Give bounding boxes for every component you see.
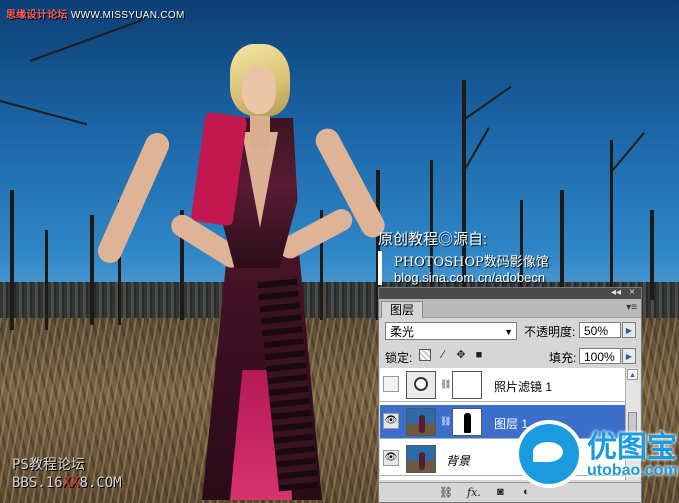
layer-thumbnail bbox=[406, 408, 436, 436]
brand-url: utobao.com bbox=[587, 462, 678, 479]
mask-thumbnail bbox=[452, 408, 482, 436]
bbs-prefix: BBS.16 bbox=[12, 475, 63, 491]
bird-logo-icon bbox=[519, 424, 579, 484]
bare-tree bbox=[560, 190, 564, 290]
fill-field[interactable]: 100% bbox=[579, 348, 621, 364]
lock-all-icon[interactable]: ■ bbox=[473, 349, 485, 361]
brand-name: 优图宝 bbox=[587, 431, 677, 464]
bare-tree bbox=[45, 230, 48, 330]
blend-mode-value: 柔光 bbox=[390, 325, 415, 339]
bbs-line-1: PS教程论坛 bbox=[12, 457, 85, 473]
tree-branch bbox=[29, 19, 144, 62]
mask-thumbnail bbox=[452, 371, 482, 399]
lock-transparent-icon[interactable] bbox=[419, 349, 431, 361]
adjustment-thumbnail-icon bbox=[406, 371, 436, 399]
bbs-suffix: 8.COM bbox=[79, 475, 122, 491]
face bbox=[242, 66, 276, 114]
link-icon: ⛓ bbox=[440, 416, 452, 426]
mask-icon[interactable]: ◙ bbox=[497, 486, 504, 498]
opacity-field[interactable]: 50% bbox=[579, 322, 621, 338]
eye-icon[interactable]: 👁 bbox=[383, 413, 399, 429]
credit-line-1: 原创教程◎源自: bbox=[378, 231, 488, 248]
bare-tree bbox=[610, 140, 613, 290]
lock-icons: ∕ ✥ ■ bbox=[419, 349, 489, 363]
fx-icon[interactable]: fx. bbox=[467, 486, 481, 499]
tree-branch bbox=[463, 127, 490, 172]
tree-branch bbox=[0, 100, 88, 126]
lock-move-icon[interactable]: ✥ bbox=[455, 349, 467, 361]
neck bbox=[250, 110, 270, 150]
tab-layers[interactable]: 图层 bbox=[381, 301, 424, 318]
panel-title-strip: ◂◂ × bbox=[379, 287, 641, 299]
site-url: WWW.MISSYUAN.COM bbox=[70, 10, 185, 21]
fill-slider-arrow-icon[interactable]: ▶ bbox=[622, 348, 636, 364]
left-arm bbox=[94, 129, 173, 267]
credit-watermark: 原创教程◎源自: PHOTOSHOP数码影像馆 blog.sina.com.cn… bbox=[378, 228, 549, 285]
utobao-logo: 优图宝 utobao.com bbox=[515, 418, 679, 503]
lock-row: 锁定: ∕ ✥ ■ 填充: 100% ▶ bbox=[379, 346, 641, 366]
opacity-slider-arrow-icon[interactable]: ▶ bbox=[622, 322, 636, 338]
chevron-down-icon: ▼ bbox=[504, 327, 513, 337]
bare-tree bbox=[10, 190, 14, 330]
blend-mode-select[interactable]: 柔光 ▼ bbox=[385, 322, 517, 340]
link-icon[interactable]: ⛓ bbox=[439, 486, 453, 499]
fill-label: 填充: bbox=[549, 351, 577, 365]
tree-branch bbox=[461, 85, 512, 122]
collapse-panel-icon[interactable]: ◂◂ bbox=[611, 287, 621, 298]
lock-label: 锁定: bbox=[385, 351, 413, 365]
layer-row-photo-filter[interactable]: ⛓ 照片滤镜 1 bbox=[380, 368, 626, 402]
site-watermark: 思缘设计论坛 WWW.MISSYUAN.COM bbox=[6, 6, 185, 21]
model-figure bbox=[94, 40, 389, 500]
bbs-watermark: PS教程论坛 BBS.16XX8.COM bbox=[12, 456, 122, 492]
close-panel-icon[interactable]: × bbox=[629, 287, 635, 298]
bbs-line-2: BBS.16XX8.COM bbox=[12, 474, 122, 492]
panel-menu-icon[interactable]: ▾≡ bbox=[626, 302, 637, 313]
layer-name: 背景 bbox=[446, 454, 471, 468]
credit-line-3: blog.sina.com.cn/adobecn bbox=[378, 270, 549, 285]
lock-brush-icon[interactable]: ∕ bbox=[437, 349, 449, 361]
site-name: 思缘设计论坛 bbox=[6, 10, 68, 21]
layer-name: 照片滤镜 1 bbox=[494, 380, 553, 394]
layer-thumbnail bbox=[406, 445, 436, 473]
scroll-up-icon[interactable]: ▲ bbox=[627, 369, 638, 380]
panel-tab-bar: 图层 ▾≡ bbox=[379, 299, 641, 318]
tree-branch bbox=[611, 132, 645, 172]
bare-tree bbox=[650, 210, 654, 300]
blend-row: 柔光 ▼ 不透明度: 50% ▶ bbox=[379, 318, 641, 342]
bbs-red: XX bbox=[62, 475, 80, 491]
opacity-label: 不透明度: bbox=[524, 325, 576, 339]
link-icon: ⛓ bbox=[440, 379, 452, 389]
bare-tree bbox=[90, 215, 94, 325]
visibility-toggle[interactable] bbox=[383, 376, 399, 392]
credit-line-2: PHOTOSHOP数码影像馆 bbox=[378, 251, 549, 270]
eye-icon[interactable]: 👁 bbox=[383, 450, 399, 466]
